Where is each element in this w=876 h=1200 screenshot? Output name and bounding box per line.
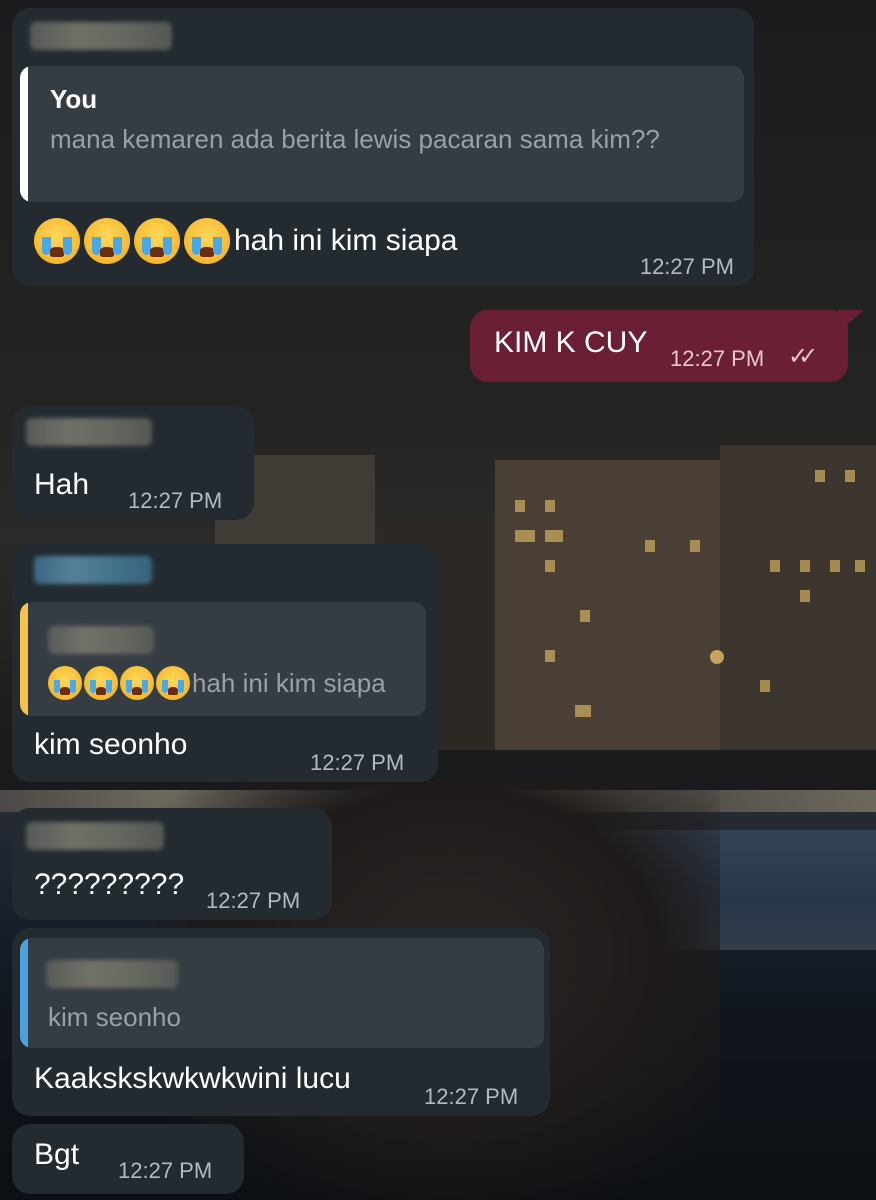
quoted-reply[interactable]: hah ini kim siapa: [20, 602, 426, 716]
incoming-message-bubble[interactable]: kim seonho Kaakskskwkwkwini lucu 12:27 P…: [12, 928, 550, 1116]
message-timestamp: 12:27 PM: [639, 254, 734, 279]
redacted-reply-sender-name: [46, 960, 178, 988]
wallpaper-building: [720, 445, 876, 750]
message-text: KIM K CUY: [494, 326, 648, 359]
message-text: Kaakskskwkwkwini lucu: [34, 1062, 351, 1095]
redacted-sender-name: [30, 22, 172, 50]
incoming-message-bubble[interactable]: ????????? 12:27 PM: [12, 808, 332, 920]
message-text: Bgt: [34, 1138, 80, 1171]
reply-text: mana kemaren ada berita lewis pacaran sa…: [50, 124, 660, 154]
loudly-crying-face-icon: [34, 218, 80, 264]
outgoing-message-bubble[interactable]: KIM K CUY 12:27 PM ✓✓: [470, 310, 848, 382]
message-timestamp: 12:27 PM: [206, 888, 301, 913]
loudly-crying-face-icon: [84, 666, 118, 701]
reply-accent-bar: [20, 938, 28, 1048]
loudly-crying-face-icon: [184, 218, 230, 264]
reply-accent-bar: [20, 66, 28, 202]
wallpaper-building: [495, 460, 725, 750]
message-timestamp: 12:27 PM: [310, 750, 405, 775]
quoted-reply[interactable]: kim seonho: [20, 938, 544, 1048]
message-text: hah ini kim siapa: [234, 224, 458, 257]
message-text: Hah: [34, 468, 90, 501]
reply-text-row: hah ini kim siapa: [48, 664, 386, 701]
incoming-message-bubble[interactable]: Hah 12:27 PM: [12, 406, 254, 520]
reply-sender-name: You: [50, 84, 98, 114]
reply-text: hah ini kim siapa: [192, 668, 386, 699]
double-check-icon: ✓✓: [788, 343, 818, 370]
quoted-reply[interactable]: You mana kemaren ada berita lewis pacara…: [20, 66, 744, 202]
message-timestamp: 12:27 PM: [128, 488, 223, 513]
message-timestamp: 12:27 PM: [670, 346, 765, 371]
redacted-sender-name: [26, 822, 164, 850]
loudly-crying-face-icon: [156, 666, 190, 701]
loudly-crying-face-icon: [134, 218, 180, 264]
incoming-message-bubble[interactable]: hah ini kim siapa kim seonho 12:27 PM: [12, 544, 438, 782]
incoming-message-bubble[interactable]: You mana kemaren ada berita lewis pacara…: [12, 8, 754, 286]
message-text-row: hah ini kim siapa: [34, 218, 457, 264]
message-text: kim seonho: [34, 728, 188, 761]
message-timestamp: 12:27 PM: [424, 1084, 519, 1109]
incoming-message-bubble[interactable]: Bgt 12:27 PM: [12, 1124, 244, 1194]
message-text: ?????????: [34, 868, 185, 901]
redacted-reply-sender-name: [48, 626, 154, 654]
reply-text: kim seonho: [48, 1002, 181, 1032]
loudly-crying-face-icon: [120, 666, 154, 701]
redacted-sender-name: [34, 556, 152, 584]
loudly-crying-face-icon: [84, 218, 130, 264]
loudly-crying-face-icon: [48, 666, 82, 701]
reply-accent-bar: [20, 602, 28, 716]
outgoing-bubble-tail: [838, 310, 864, 332]
message-timestamp: 12:27 PM: [118, 1158, 213, 1183]
redacted-sender-name: [26, 418, 152, 446]
